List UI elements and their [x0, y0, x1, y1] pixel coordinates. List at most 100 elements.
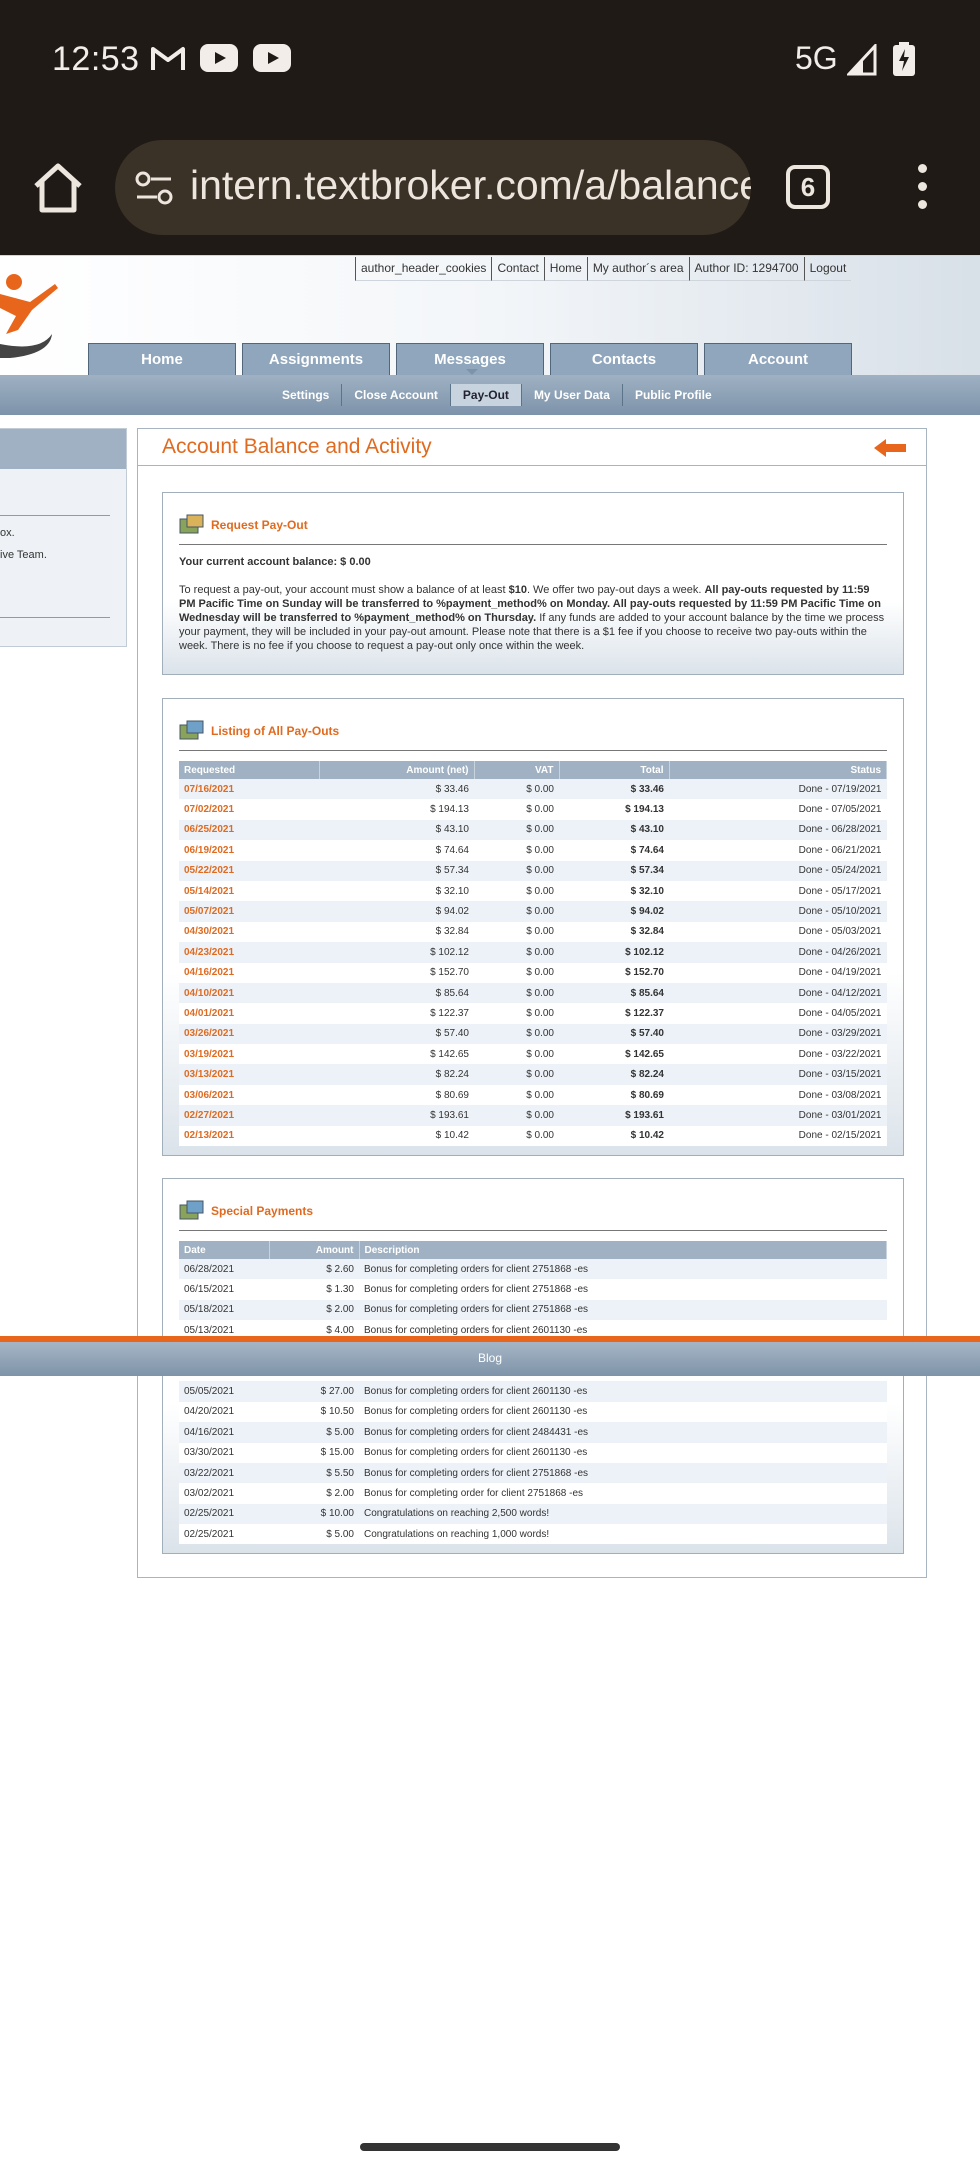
tab-switcher-button[interactable]: 6 — [786, 165, 830, 209]
table-row: 05/22/2021 $ 57.34 $ 0.00 $ 57.34 Done - 05/… — [179, 860, 887, 881]
special-amount: $ 1.30 — [269, 1279, 359, 1300]
payout-date-link[interactable]: 05/14/2021 — [179, 880, 319, 902]
browser-toolbar: intern.textbroker.com/a/balance 6 — [0, 125, 980, 255]
special-description: Bonus for completing orders for client 2… — [359, 1279, 887, 1300]
payout-date-link[interactable]: 05/22/2021 — [179, 860, 319, 881]
payout-vat: $ 0.00 — [474, 819, 559, 841]
payout-status: Done - 03/15/2021 — [669, 1064, 887, 1085]
top-link-cookies[interactable]: author_header_cookies — [355, 257, 492, 281]
more-menu-icon[interactable] — [912, 161, 932, 217]
payout-vat: $ 0.00 — [474, 962, 559, 983]
payout-date-link[interactable]: 04/10/2021 — [179, 982, 319, 1004]
payout-total: $ 10.42 — [559, 1125, 669, 1147]
payout-vat: $ 0.00 — [474, 1105, 559, 1126]
subnav-pay-out[interactable]: Pay-Out — [450, 384, 522, 406]
payout-amount: $ 80.69 — [319, 1084, 474, 1106]
payout-date-link[interactable]: 02/27/2021 — [179, 1105, 319, 1126]
payout-vat: $ 0.00 — [474, 880, 559, 902]
special-date: 06/15/2021 — [179, 1279, 269, 1300]
payout-amount: $ 74.64 — [319, 840, 474, 861]
panel-header: Account Balance and Activity — [138, 429, 926, 466]
top-link-home[interactable]: Home — [543, 257, 587, 281]
gesture-bar[interactable] — [360, 2143, 620, 2151]
nav-tab-home[interactable]: Home — [88, 343, 236, 376]
payout-date-link[interactable]: 04/16/2021 — [179, 962, 319, 983]
payout-date-link[interactable]: 04/30/2021 — [179, 921, 319, 943]
url-text: intern.textbroker.com/a/balance — [190, 162, 751, 208]
table-row: 05/14/2021 $ 32.10 $ 0.00 $ 32.10 Done - 05/… — [179, 880, 887, 902]
payout-amount: $ 32.10 — [319, 880, 474, 902]
request-payout-title: Request Pay-Out — [211, 518, 308, 532]
table-row: 07/02/2021 $ 194.13 $ 0.00 $ 194.13 Done - 0… — [179, 799, 887, 820]
subnav-public-profile[interactable]: Public Profile — [623, 384, 724, 406]
top-link-logout[interactable]: Logout — [803, 257, 852, 281]
sidebar-divider — [0, 515, 110, 516]
subnav-close-account[interactable]: Close Account — [342, 384, 451, 406]
payout-date-link[interactable]: 07/02/2021 — [179, 799, 319, 820]
col-description: Description — [359, 1241, 887, 1259]
payout-vat: $ 0.00 — [474, 779, 559, 800]
top-link-authors-area[interactable]: My author´s area — [586, 257, 689, 281]
special-description: Bonus for completing order for client 27… — [359, 1483, 887, 1504]
subnav-settings[interactable]: Settings — [270, 384, 343, 406]
payout-status: Done - 05/03/2021 — [669, 921, 887, 943]
payout-date-link[interactable]: 06/19/2021 — [179, 840, 319, 861]
payout-status: Done - 06/28/2021 — [669, 819, 887, 841]
footer-blog-link[interactable]: Blog — [478, 1351, 502, 1365]
nav-tab-assignments[interactable]: Assignments — [242, 343, 390, 376]
payout-total: $ 43.10 — [559, 819, 669, 841]
payout-date-link[interactable]: 06/25/2021 — [179, 819, 319, 841]
payout-date-link[interactable]: 03/19/2021 — [179, 1044, 319, 1065]
address-bar[interactable]: intern.textbroker.com/a/balance — [115, 140, 751, 235]
payout-date-link[interactable]: 04/01/2021 — [179, 1003, 319, 1024]
table-row: 05/18/2021 $ 2.00 Bonus for completing ord… — [179, 1299, 887, 1321]
payout-total: $ 152.70 — [559, 962, 669, 983]
special-description: Congratulations on reaching 1,000 words! — [359, 1524, 887, 1545]
col-date: Date — [179, 1241, 270, 1259]
network-type: 5G — [795, 40, 838, 76]
payout-status: Done - 05/17/2021 — [669, 880, 887, 902]
payout-vat: $ 0.00 — [474, 840, 559, 861]
payout-date-link[interactable]: 04/23/2021 — [179, 942, 319, 963]
nav-tab-account[interactable]: Account — [704, 343, 852, 376]
payout-amount: $ 32.84 — [319, 921, 474, 943]
subnav-my-user-data[interactable]: My User Data — [522, 384, 623, 406]
special-amount: $ 5.00 — [269, 1524, 359, 1545]
payout-amount: $ 82.24 — [319, 1064, 474, 1085]
home-icon[interactable] — [30, 160, 86, 216]
payout-date-link[interactable]: 03/26/2021 — [179, 1023, 319, 1045]
site-header: author_header_cookies Contact Home My au… — [0, 255, 980, 376]
payout-amount: $ 43.10 — [319, 819, 474, 841]
payout-vat: $ 0.00 — [474, 1064, 559, 1085]
back-arrow-icon[interactable] — [874, 439, 906, 457]
payout-status: Done - 03/01/2021 — [669, 1105, 887, 1126]
nav-tab-contacts[interactable]: Contacts — [550, 343, 698, 376]
special-date: 02/25/2021 — [179, 1503, 269, 1525]
special-description: Bonus for completing orders for client 2… — [359, 1299, 887, 1321]
payout-total: $ 85.64 — [559, 982, 669, 1004]
battery-charging-icon — [893, 42, 915, 76]
payout-date-link[interactable]: 03/06/2021 — [179, 1084, 319, 1106]
sidebar-text: ive Team. — [0, 549, 47, 561]
payout-date-link[interactable]: 02/13/2021 — [179, 1125, 319, 1147]
money-icon — [179, 514, 204, 534]
special-amount: $ 15.00 — [269, 1442, 359, 1463]
table-row: 04/01/2021 $ 122.37 $ 0.00 $ 122.37 Done - 0… — [179, 1003, 887, 1024]
payout-amount: $ 57.40 — [319, 1023, 474, 1045]
sidebar-header — [0, 429, 126, 469]
top-link-contact[interactable]: Contact — [491, 257, 544, 281]
table-row: 03/06/2021 $ 80.69 $ 0.00 $ 80.69 Done - 03/… — [179, 1084, 887, 1106]
payouts-box: Listing of All Pay-Outs Requested Amount… — [162, 698, 904, 1156]
table-row: 03/30/2021 $ 15.00 Bonus for completing or… — [179, 1442, 887, 1463]
table-row: 02/13/2021 $ 10.42 $ 0.00 $ 10.42 Done - 02/… — [179, 1125, 887, 1147]
textbroker-logo[interactable] — [0, 272, 60, 362]
site-settings-icon[interactable] — [135, 170, 173, 206]
payout-status: Done - 06/21/2021 — [669, 840, 887, 861]
status-time: 12:53 — [52, 40, 140, 78]
payout-date-link[interactable]: 05/07/2021 — [179, 901, 319, 922]
payout-date-link[interactable]: 03/13/2021 — [179, 1064, 319, 1085]
sidebar-divider — [0, 617, 110, 618]
special-description: Bonus for completing orders for client 2… — [359, 1259, 887, 1280]
special-date: 03/02/2021 — [179, 1483, 269, 1504]
payout-date-link[interactable]: 07/16/2021 — [179, 779, 319, 800]
